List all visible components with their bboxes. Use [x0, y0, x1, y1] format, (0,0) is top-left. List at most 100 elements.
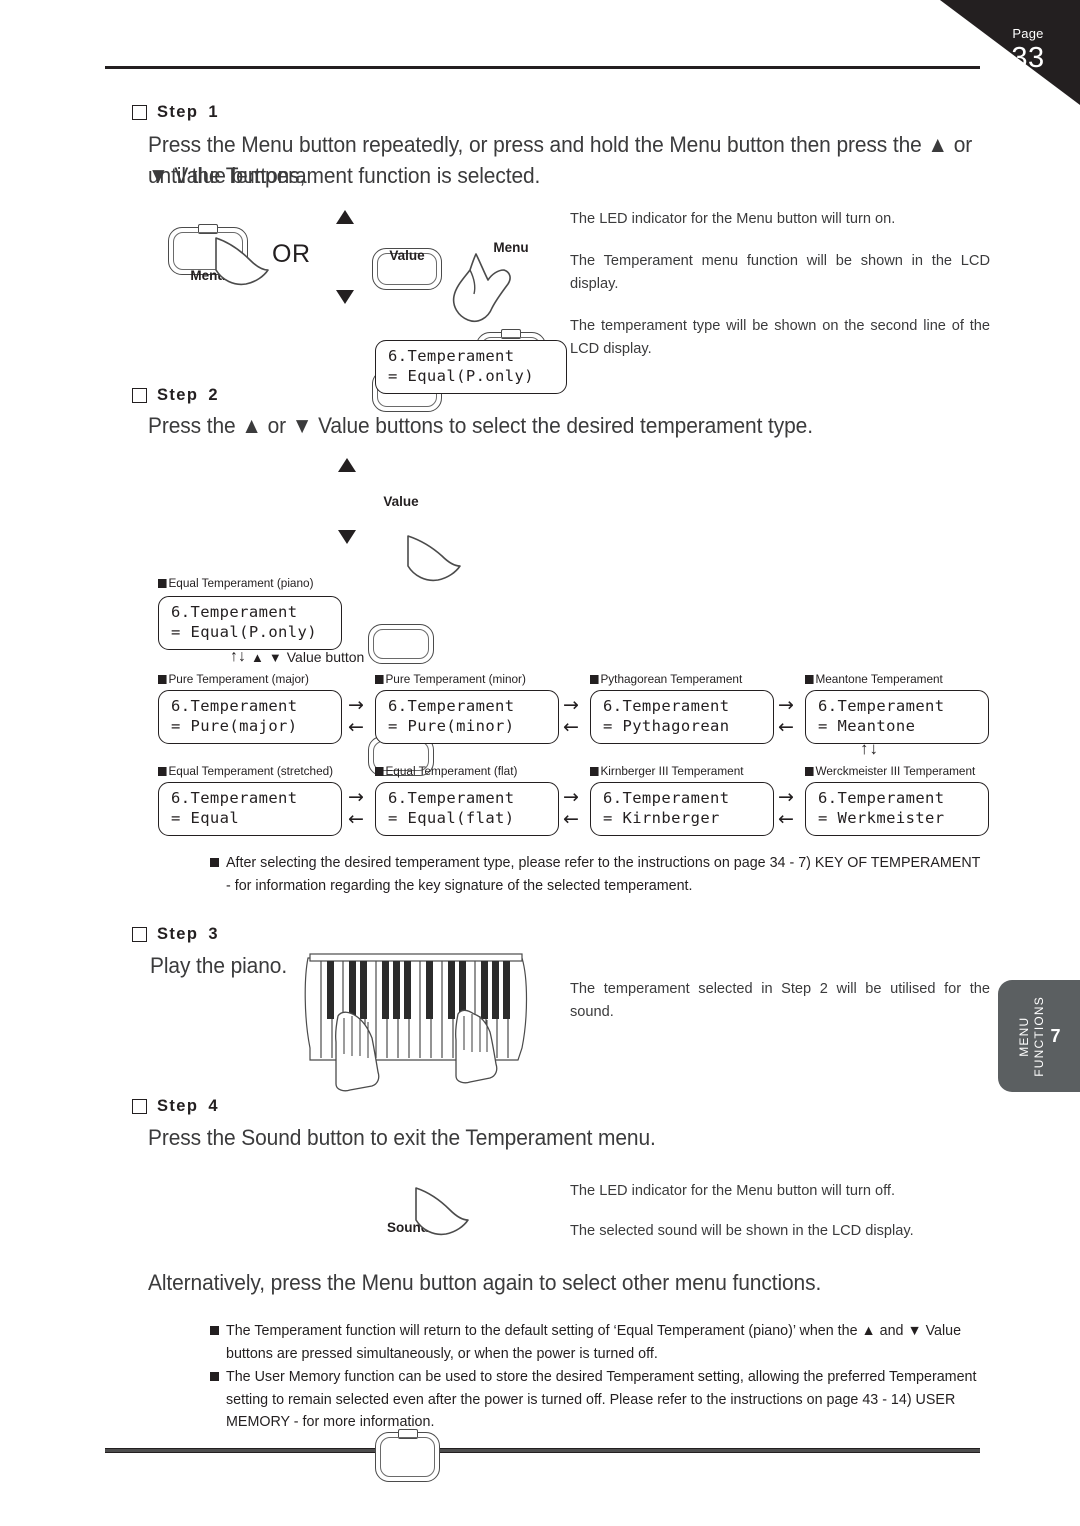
value-up-button-illustration-step2 [368, 624, 434, 664]
bullet-square-icon [158, 675, 167, 684]
lcd-display-default-temperament: 6.Temperament = Equal(P.only) [158, 596, 342, 650]
value-button-legend-text: Value button [286, 649, 365, 665]
value-button-caption-step1: Value [389, 248, 425, 263]
caption-text: Equal Temperament (flat) [385, 764, 518, 778]
step4-note-2: The selected sound will be shown in the … [570, 1223, 914, 1239]
step1-header: Step 1 [132, 103, 218, 122]
step2-header: Step 2 [132, 386, 218, 405]
header-rule [105, 66, 980, 69]
bullet-square-icon [805, 767, 814, 776]
bottom-note-2: The User Memory function can be used to … [210, 1366, 1000, 1434]
forward-arrow-icon: → [778, 694, 794, 716]
forward-arrow-icon: → [348, 786, 364, 808]
lcd-display-r0c0: 6.Temperament = Pure(major) [158, 690, 342, 744]
page-number: 33 [1011, 42, 1045, 74]
step2-number: 2 [208, 386, 218, 404]
bottom-note-2-text: The User Memory function can be used to … [226, 1369, 977, 1430]
hand-two-finger-icon-step1 [452, 253, 511, 323]
caption-text: Pure Temperament (major) [168, 672, 309, 686]
lcd-line1: 6.Temperament [818, 789, 945, 807]
caption-text: Kirnberger III Temperament [600, 764, 744, 778]
step4-alternative-instruction: Alternatively, press the Menu button aga… [148, 1270, 822, 1295]
footer-rule [105, 1448, 980, 1453]
caption-text: Pure Temperament (minor) [385, 672, 526, 686]
button-inner-bevel [373, 629, 429, 659]
lcd-line1: 6.Temperament [603, 697, 730, 715]
bullet-square-icon [210, 858, 219, 867]
bullet-square-icon [375, 675, 384, 684]
step3-checkbox-icon [132, 927, 147, 942]
grid-caption-r1c3: Werckmeister III Temperament [805, 764, 975, 779]
page-label: Page [1012, 26, 1044, 41]
bullet-square-icon [158, 579, 167, 588]
grid-arrows-r1-a2: → ← [772, 786, 800, 830]
grid-caption-r1c2: Kirnberger III Temperament [590, 764, 744, 779]
bullet-square-icon [590, 675, 599, 684]
lcd-display-r0c1: 6.Temperament = Pure(minor) [375, 690, 559, 744]
lcd-display-r0c3: 6.Temperament = Meantone [805, 690, 989, 744]
forward-arrow-icon: → [563, 786, 579, 808]
bullet-square-icon [590, 767, 599, 776]
bullet-square-icon [805, 675, 814, 684]
bullet-square-icon [158, 767, 167, 776]
step3-note: The temperament selected in Step 2 will … [570, 981, 990, 1020]
lcd-line2: = Equal(flat) [388, 808, 515, 827]
lcd-line2: = Equal [171, 808, 240, 827]
grid-caption-r0c0: Pure Temperament (major) [158, 672, 309, 687]
sound-button-illustration [375, 1429, 440, 1482]
lcd-line1: 6.Temperament [388, 697, 515, 715]
grid-caption-r0c2: Pythagorean Temperament [590, 672, 742, 687]
step3-label: Step [157, 925, 199, 943]
caption-text: Pythagorean Temperament [600, 672, 743, 686]
step4-instruction-line1: Press the Sound button to exit the Tempe… [148, 1125, 656, 1150]
grid-caption-r0c3: Meantone Temperament [805, 672, 943, 687]
step4-note-1: The LED indicator for the Menu button wi… [570, 1183, 896, 1199]
step4-checkbox-icon [132, 1099, 147, 1114]
lcd-line1: 6.Temperament [603, 789, 730, 807]
caption-text: Equal Temperament (stretched) [168, 764, 334, 778]
grid-wrap-arrows-icon: ↑↓ [860, 739, 879, 758]
lcd-line2: = Pythagorean [603, 716, 730, 735]
forward-arrow-icon: → [348, 694, 364, 716]
section-tab-menu-functions: MENU FUNCTIONS 7 [998, 980, 1080, 1092]
step1-note-3: The temperament type will be shown on th… [570, 318, 990, 357]
updown-arrows-icon: ↑↓ [230, 648, 246, 665]
step1-checkbox-icon [132, 105, 147, 120]
back-arrow-icon: ← [563, 716, 579, 738]
lcd-display-r1c3: 6.Temperament = Werkmeister [805, 782, 989, 836]
step1-label: Step [157, 103, 199, 121]
lcd-line2: = Kirnberger [603, 808, 720, 827]
step1-number: 1 [208, 103, 218, 121]
button-inner-bevel [380, 1437, 435, 1477]
bullet-square-icon [375, 767, 384, 776]
value-down-arrow-icon-step1 [336, 290, 354, 304]
lcd-display-r1c1: 6.Temperament = Equal(flat) [375, 782, 559, 836]
grid-arrows-r0-a2: → ← [772, 694, 800, 738]
caption-text: Meantone Temperament [815, 672, 943, 686]
lcd-line1: 6.Temperament [388, 347, 515, 365]
forward-arrow-icon: → [778, 786, 794, 808]
caption-text: Equal Temperament (piano) [168, 576, 314, 590]
back-arrow-icon: ← [563, 808, 579, 830]
triangle-down-icon: ▼ [268, 649, 282, 665]
step1-instruction-line2: until the Temperament function is select… [148, 163, 541, 188]
lcd-display-r0c2: 6.Temperament = Pythagorean [590, 690, 774, 744]
lcd-line2: = Equal(P.only) [171, 622, 317, 641]
lcd-display-step1: 6.Temperament = Equal(P.only) [375, 340, 567, 394]
grid-caption-r1c0: Equal Temperament (stretched) [158, 764, 333, 779]
lcd-line1: 6.Temperament [388, 789, 515, 807]
step2-checkbox-icon [132, 388, 147, 403]
piano-keyboard-illustration [304, 953, 528, 1092]
bottom-note-1-text: The Temperament function will return to … [226, 1323, 962, 1362]
hand-pointer-icon-step1-left [215, 237, 269, 286]
value-up-arrow-icon-step2 [338, 458, 356, 472]
step2-label: Step [157, 386, 199, 404]
grid-arrows-r1-a1: → ← [557, 786, 585, 830]
step2-footnote: After selecting the desired temperament … [210, 852, 1000, 875]
bullet-square-icon [210, 1326, 219, 1335]
grid-caption-r1c1: Equal Temperament (flat) [375, 764, 517, 779]
step1-note-1: The LED indicator for the Menu button wi… [570, 211, 896, 227]
bottom-note-1: The Temperament function will return to … [210, 1320, 1000, 1365]
lcd-line2: = Meantone [818, 716, 916, 735]
or-separator-text: OR [272, 240, 311, 268]
